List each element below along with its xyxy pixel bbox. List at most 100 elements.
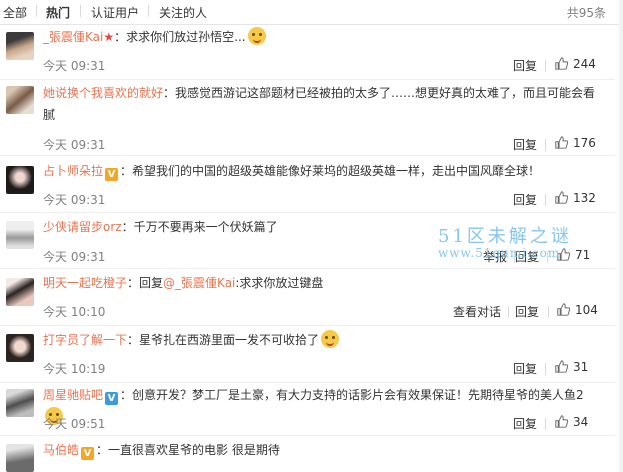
- comment-username[interactable]: 马伯皓: [43, 443, 79, 457]
- watermark-title: 51区未解之谜: [438, 226, 572, 247]
- like-button[interactable]: 132: [555, 191, 596, 205]
- comment-content: ：一直很喜欢星爷的电影 很是期待: [96, 443, 280, 457]
- comment-total-count: 共95条: [566, 6, 606, 20]
- thumbs-up-icon: [555, 136, 568, 149]
- comment-text: 打字员了解一下：星爷扎在西游里面一发不可收拾了: [43, 329, 603, 351]
- smile-emoji-icon: [247, 27, 266, 45]
- tab-divider: [148, 5, 149, 17]
- comment-item: _張震偅Kai★：求求你们放过孙悟空... 今天 09:31 回复 244: [0, 26, 619, 79]
- avatar[interactable]: [6, 86, 34, 114]
- comment-actions: 回复 176: [513, 136, 603, 154]
- comment-item: 打字员了解一下：星爷扎在西游里面一发不可收拾了 今天 10:19 回复 31: [0, 326, 619, 382]
- like-button[interactable]: 34: [555, 415, 588, 429]
- action-divider: [545, 418, 546, 430]
- like-count: 244: [573, 57, 596, 71]
- comment-username[interactable]: 明天一起吃橙子: [43, 276, 127, 290]
- thumbs-up-icon: [555, 57, 568, 70]
- like-button[interactable]: 244: [555, 57, 596, 71]
- comment-actions: 回复 34: [513, 415, 603, 433]
- comment-content: ：希望我们的中国的超级英雄能像好莱坞的超级英雄一样，走出中国风靡全球！: [120, 164, 541, 178]
- comment-actions: 回复 244: [513, 57, 603, 75]
- reply-button[interactable]: 回复: [513, 191, 537, 208]
- comment-actions: 回复 132: [513, 191, 603, 209]
- comment-content: ：创意开发？梦工厂是土豪，有大力支持的话影片会有效果保证！先期待星爷的美人鱼2: [120, 388, 584, 402]
- comment-content: ：求求你们放过孙悟空...: [114, 30, 246, 44]
- action-divider: [545, 139, 546, 151]
- like-count: 104: [575, 303, 598, 317]
- comment-username[interactable]: 占卜师朵拉: [43, 164, 103, 178]
- like-count: 176: [573, 136, 596, 150]
- avatar[interactable]: [6, 166, 34, 194]
- comment-item: 她说换个我喜欢的就好：我感觉西游记这部题材已经被拍的太多了……想更好真的太难了，…: [0, 80, 619, 154]
- smile-emoji-icon: [321, 330, 340, 348]
- tab-divider: [36, 5, 37, 17]
- avatar[interactable]: [6, 32, 34, 60]
- like-count: 132: [573, 191, 596, 205]
- comment-username[interactable]: _張震偅Kai: [43, 30, 103, 44]
- comment-username[interactable]: 少侠请留步orz: [43, 220, 122, 234]
- tab-hot[interactable]: 热门: [46, 4, 70, 21]
- action-divider: [545, 60, 546, 72]
- action-divider: [548, 306, 549, 318]
- action-divider: [545, 194, 546, 206]
- tab-divider: [80, 5, 81, 17]
- view-conversation-button[interactable]: 查看对话: [453, 303, 501, 320]
- like-count: 31: [573, 360, 589, 374]
- like-button[interactable]: 104: [557, 303, 598, 317]
- like-button[interactable]: 176: [555, 136, 596, 150]
- comment-text: _張震偅Kai★：求求你们放过孙悟空...: [43, 26, 603, 48]
- action-divider: [508, 306, 509, 318]
- comment-content: ：千万不要再来一个伏妖篇了: [121, 220, 278, 234]
- avatar[interactable]: [6, 221, 34, 249]
- like-count: 34: [573, 415, 589, 429]
- like-count: 71: [575, 248, 591, 262]
- comment-text: 明天一起吃橙子：回复@_張震偅Kai:求求你放过键盘: [43, 272, 603, 294]
- avatar[interactable]: [6, 389, 34, 417]
- comment-username[interactable]: 周星驰贴吧: [43, 388, 103, 402]
- tab-all[interactable]: 全部: [3, 4, 27, 21]
- comment-text: 马伯皓 V ：一直很喜欢星爷的电影 很是期待: [43, 439, 603, 461]
- star-icon: ★: [103, 30, 115, 44]
- comment-item: 明天一起吃橙子：回复@_張震偅Kai:求求你放过键盘 今天 10:10 查看对话…: [0, 269, 619, 325]
- comment-actions: 回复 31: [513, 360, 603, 378]
- comment-text: 占卜师朵拉 V ：希望我们的中国的超级英雄能像好莱坞的超级英雄一样，走出中国风靡全球…: [43, 160, 603, 182]
- mention-link[interactable]: @_張震偅Kai: [163, 276, 235, 290]
- comment-time: 今天 10:10: [43, 305, 106, 319]
- comment-item: 周星驰贴吧 V ：创意开发？梦工厂是土豪，有大力支持的话影片会有效果保证！先期待星爷…: [0, 383, 619, 435]
- comment-time: 今天 09:51: [43, 417, 106, 431]
- comment-username[interactable]: 她说换个我喜欢的就好: [43, 86, 163, 100]
- tab-following[interactable]: 关注的人: [159, 4, 207, 21]
- avatar[interactable]: [6, 278, 34, 306]
- reply-button[interactable]: 回复: [513, 360, 537, 377]
- reply-button[interactable]: 回复: [513, 415, 537, 432]
- comment-content-tail: :求求你放过键盘: [235, 276, 324, 290]
- comment-username[interactable]: 打字员了解一下: [43, 333, 127, 347]
- reply-button[interactable]: 回复: [513, 136, 537, 153]
- comment-content: ：回复: [127, 276, 164, 290]
- reply-button[interactable]: 回复: [515, 303, 539, 320]
- like-button[interactable]: 31: [555, 360, 588, 374]
- comment-time: 今天 09:31: [43, 250, 106, 264]
- verified-badge-icon: V: [81, 447, 95, 460]
- comment-filter-tabs: 全部 热门 认证用户 关注的人 共95条: [0, 0, 623, 25]
- avatar[interactable]: [6, 334, 34, 362]
- comment-actions: 查看对话 回复 104: [453, 303, 603, 321]
- thumbs-up-icon: [557, 303, 570, 316]
- comment-item: 马伯皓 V ：一直很喜欢星爷的电影 很是期待: [0, 436, 619, 472]
- tab-verified-users[interactable]: 认证用户: [91, 4, 139, 21]
- watermark-url: www.51qumi.com: [438, 246, 561, 260]
- comment-item: 占卜师朵拉 V ：希望我们的中国的超级英雄能像好莱坞的超级英雄一样，走出中国风靡全球…: [0, 156, 619, 212]
- comment-time: 今天 09:31: [43, 138, 106, 152]
- comment-time: 今天 09:31: [43, 193, 106, 207]
- action-divider: [545, 363, 546, 375]
- thumbs-up-icon: [555, 415, 568, 428]
- comment-content: ：星爷扎在西游里面一发不可收拾了: [127, 333, 320, 347]
- comment-time: 今天 09:31: [43, 59, 106, 73]
- site-watermark: 51区未解之谜 www.51qumi.com: [438, 222, 572, 260]
- avatar[interactable]: [6, 444, 34, 472]
- reply-button[interactable]: 回复: [513, 57, 537, 74]
- scrollbar[interactable]: [619, 0, 623, 472]
- comment-text: 她说换个我喜欢的就好：我感觉西游记这部题材已经被拍的太多了……想更好真的太难了，…: [43, 82, 603, 126]
- verified-badge-icon: V: [105, 392, 119, 405]
- verified-badge-icon: V: [105, 168, 119, 181]
